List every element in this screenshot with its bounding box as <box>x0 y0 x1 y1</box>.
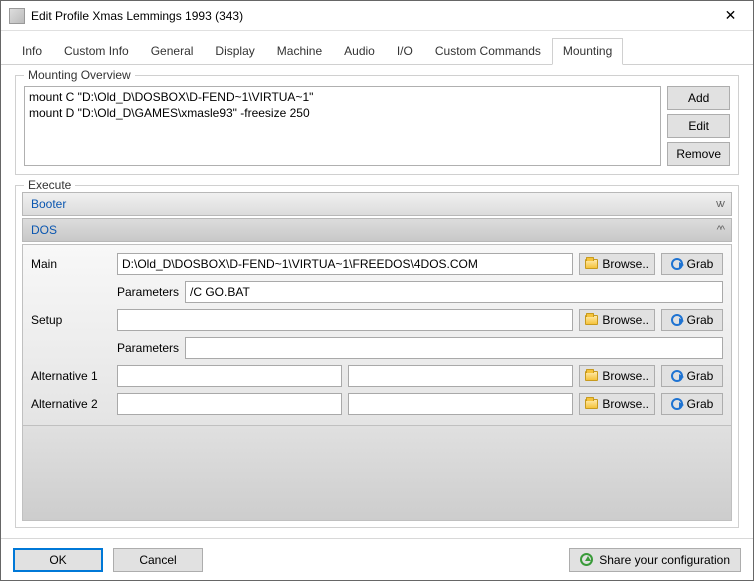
ok-button[interactable]: OK <box>13 548 103 572</box>
main-params-label: Parameters <box>117 285 179 299</box>
close-button[interactable]: ✕ <box>708 1 753 30</box>
main-params-input[interactable] <box>185 281 723 303</box>
alt2-input-a[interactable] <box>117 393 342 415</box>
tab-bar: Info Custom Info General Display Machine… <box>1 31 753 65</box>
grab-icon <box>671 398 683 410</box>
main-browse-button[interactable]: Browse.. <box>579 253 655 275</box>
setup-grab-button[interactable]: Grab <box>661 309 723 331</box>
alt1-grab-button[interactable]: Grab <box>661 365 723 387</box>
titlebar: Edit Profile Xmas Lemmings 1993 (343) ✕ <box>1 1 753 31</box>
tab-io[interactable]: I/O <box>386 38 424 65</box>
alt1-label: Alternative 1 <box>31 369 111 383</box>
chevron-down-icon: vv <box>716 198 723 210</box>
tab-display[interactable]: Display <box>204 38 265 65</box>
setup-params-label: Parameters <box>117 341 179 355</box>
window-title: Edit Profile Xmas Lemmings 1993 (343) <box>31 9 708 23</box>
share-icon <box>580 553 593 566</box>
tab-info[interactable]: Info <box>11 38 53 65</box>
folder-icon <box>585 259 598 269</box>
folder-icon <box>585 315 598 325</box>
tab-machine[interactable]: Machine <box>266 38 333 65</box>
dos-label: DOS <box>31 223 57 237</box>
tab-general[interactable]: General <box>140 38 205 65</box>
add-button[interactable]: Add <box>667 86 730 110</box>
setup-params-input[interactable] <box>185 337 723 359</box>
alt1-input-a[interactable] <box>117 365 342 387</box>
grab-icon <box>671 370 683 382</box>
setup-browse-button[interactable]: Browse.. <box>579 309 655 331</box>
alt1-input-b[interactable] <box>348 365 573 387</box>
remove-button[interactable]: Remove <box>667 142 730 166</box>
main-input[interactable] <box>117 253 573 275</box>
folder-icon <box>585 371 598 381</box>
edit-button[interactable]: Edit <box>667 114 730 138</box>
setup-label: Setup <box>31 313 111 327</box>
content-area: Mounting Overview mount C "D:\Old_D\DOSB… <box>1 65 753 538</box>
folder-icon <box>585 399 598 409</box>
execute-label: Execute <box>24 178 75 192</box>
footer: OK Cancel Share your configuration <box>1 538 753 580</box>
mounting-overview-group: Mounting Overview mount C "D:\Old_D\DOSB… <box>15 75 739 175</box>
dos-section-header[interactable]: DOS ^^ <box>22 218 732 242</box>
alt2-browse-button[interactable]: Browse.. <box>579 393 655 415</box>
execute-group: Execute Booter vv DOS ^^ Main Browse.. G… <box>15 185 739 528</box>
tab-mounting[interactable]: Mounting <box>552 38 623 65</box>
dos-section-body: Main Browse.. Grab Parameters Setup Brow… <box>22 244 732 426</box>
main-label: Main <box>31 257 111 271</box>
chevron-up-icon: ^^ <box>717 224 723 236</box>
tab-audio[interactable]: Audio <box>333 38 386 65</box>
alt2-grab-button[interactable]: Grab <box>661 393 723 415</box>
booter-label: Booter <box>31 197 66 211</box>
main-grab-button[interactable]: Grab <box>661 253 723 275</box>
alt2-label: Alternative 2 <box>31 397 111 411</box>
alt2-input-b[interactable] <box>348 393 573 415</box>
mounting-overview-text[interactable]: mount C "D:\Old_D\DOSBOX\D-FEND~1\VIRTUA… <box>24 86 661 166</box>
grab-icon <box>671 258 683 270</box>
share-config-button[interactable]: Share your configuration <box>569 548 741 572</box>
dos-body-filler <box>22 426 732 521</box>
app-icon <box>9 8 25 24</box>
tab-custom-commands[interactable]: Custom Commands <box>424 38 552 65</box>
mounting-overview-label: Mounting Overview <box>24 68 135 82</box>
booter-section-header[interactable]: Booter vv <box>22 192 732 216</box>
cancel-button[interactable]: Cancel <box>113 548 203 572</box>
window: Edit Profile Xmas Lemmings 1993 (343) ✕ … <box>0 0 754 581</box>
setup-input[interactable] <box>117 309 573 331</box>
tab-custom-info[interactable]: Custom Info <box>53 38 140 65</box>
alt1-browse-button[interactable]: Browse.. <box>579 365 655 387</box>
grab-icon <box>671 314 683 326</box>
